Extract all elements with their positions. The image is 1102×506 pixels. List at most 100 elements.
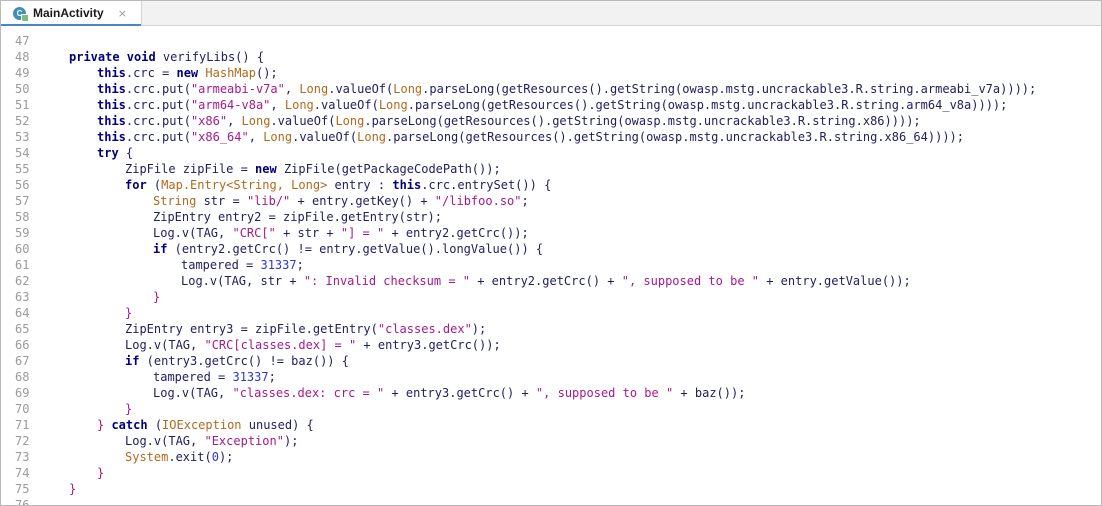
code-token: Log.v(TAG, str + <box>181 274 304 288</box>
code-token: + entry3.getCrc()); <box>356 338 501 352</box>
code-editor[interactable]: 47 48 private void verifyLibs() {49 this.cr… <box>1 33 1101 505</box>
code-line[interactable]: 55 ZipFile zipFile = new ZipFile(getPacka… <box>1 161 1101 177</box>
code-line[interactable]: 69 Log.v(TAG, "classes.dex: crc = " + ent… <box>1 385 1101 401</box>
code-text: } <box>125 401 132 417</box>
code-token: Log.v(TAG, <box>125 434 205 448</box>
code-line[interactable]: 71} catch (IOException unused) { <box>1 417 1101 433</box>
line-number: 49 <box>15 66 30 80</box>
code-token: Long <box>299 82 329 96</box>
code-token: , <box>284 82 300 96</box>
code-text: if (entry2.getCrc() != entry.getValue().… <box>153 241 543 257</box>
code-line[interactable]: 59 Log.v(TAG, "CRC[" + str + "] = " + ent… <box>1 225 1101 241</box>
code-token: } <box>97 466 105 480</box>
code-line[interactable]: 66 Log.v(TAG, "CRC[classes.dex] = " + ent… <box>1 337 1101 353</box>
code-text: for (Map.Entry<String, Long> entry : thi… <box>125 177 551 193</box>
code-token: .crc.entrySet()) { <box>421 178 552 192</box>
code-line[interactable]: 68 tampered = 31337; <box>1 369 1101 385</box>
code-token: (); <box>255 66 278 80</box>
code-token: str = <box>196 194 247 208</box>
line-number: 47 <box>15 34 30 48</box>
line-number: 62 <box>15 274 30 288</box>
line-number: 51 <box>15 98 30 112</box>
code-token: , <box>227 114 242 128</box>
line-number: 72 <box>15 434 30 448</box>
code-token: ( <box>146 178 162 192</box>
code-text: this.crc.put("x86_64", Long.valueOf(Long… <box>97 129 964 145</box>
code-line[interactable]: 72 Log.v(TAG, "Exception"); <box>1 433 1101 449</box>
code-token: + baz()); <box>673 386 746 400</box>
code-token: .crc.put( <box>125 130 191 144</box>
code-token: if <box>125 354 140 368</box>
code-token: ZipEntry entry2 = zipFile.getEntry(str); <box>153 210 442 224</box>
code-line[interactable]: 70} <box>1 401 1101 417</box>
line-number: 64 <box>15 306 30 320</box>
java-class-icon: C <box>13 6 29 22</box>
code-line[interactable]: 74} <box>1 465 1101 481</box>
code-line[interactable]: 52 this.crc.put("x86", Long.valueOf(Long.… <box>1 113 1101 129</box>
code-token: verifyLibs() { <box>155 50 265 64</box>
code-line[interactable]: 54 try { <box>1 145 1101 161</box>
code-line[interactable]: 49 this.crc = new HashMap(); <box>1 65 1101 81</box>
code-token: "arm64-v8a" <box>190 98 271 112</box>
code-token: } <box>125 402 133 416</box>
code-line[interactable]: 64} <box>1 305 1101 321</box>
code-line[interactable]: 60 if (entry2.getCrc() != entry.getValue(… <box>1 241 1101 257</box>
code-line[interactable]: 56 for (Map.Entry<String, Long> entry : t… <box>1 177 1101 193</box>
line-number: 55 <box>15 162 30 176</box>
code-token: ": Invalid checksum = " <box>303 274 470 288</box>
code-token: ; <box>296 258 304 272</box>
code-text: ZipFile zipFile = new ZipFile(getPackage… <box>125 161 501 177</box>
code-line[interactable]: 73 System.exit(0); <box>1 449 1101 465</box>
code-token: 31337 <box>260 258 297 272</box>
line-number: 66 <box>15 338 30 352</box>
code-line[interactable]: 53 this.crc.put("x86_64", Long.valueOf(Lo… <box>1 129 1101 145</box>
code-line[interactable]: 61 tampered = 31337; <box>1 257 1101 273</box>
tab-title: MainActivity <box>33 6 104 20</box>
line-number: 59 <box>15 226 30 240</box>
code-text: Log.v(TAG, "CRC[classes.dex] = " + entry… <box>125 337 501 353</box>
code-line[interactable]: 51 this.crc.put("arm64-v8a", Long.valueOf… <box>1 97 1101 113</box>
code-line[interactable]: 57 String str = "lib/" + entry.getKey() +… <box>1 193 1101 209</box>
line-number: 74 <box>15 466 30 480</box>
code-token: this <box>97 130 126 144</box>
code-token: .crc = <box>125 66 177 80</box>
code-line[interactable]: 65 ZipEntry entry3 = zipFile.getEntry("cl… <box>1 321 1101 337</box>
code-line[interactable]: 76 <box>1 497 1101 505</box>
close-icon[interactable]: × <box>118 7 127 20</box>
tab-mainactivity[interactable]: C MainActivity × <box>1 1 142 26</box>
code-text: this.crc.put("x86", Long.valueOf(Long.pa… <box>97 113 921 129</box>
code-line[interactable]: 75} <box>1 481 1101 497</box>
code-line[interactable]: 67 if (entry3.getCrc() != baz()) { <box>1 353 1101 369</box>
editor-tab-bar: C MainActivity × <box>1 1 1101 26</box>
code-token: this <box>97 66 126 80</box>
code-token: ( <box>147 418 163 432</box>
code-line[interactable]: 62 Log.v(TAG, str + ": Invalid checksum =… <box>1 273 1101 289</box>
code-token: "x86" <box>190 114 228 128</box>
code-token: Long <box>263 130 293 144</box>
line-number: 69 <box>15 386 30 400</box>
code-text: try { <box>97 145 133 161</box>
code-token: .crc.put( <box>125 98 191 112</box>
code-line[interactable]: 58 ZipEntry entry2 = zipFile.getEntry(str… <box>1 209 1101 225</box>
editor-window: C MainActivity × 47 48 private void verify… <box>0 0 1102 506</box>
code-token: ZipEntry entry3 = zipFile.getEntry( <box>125 322 378 336</box>
code-token: + entry.getKey() + <box>290 194 435 208</box>
code-text: tampered = 31337; <box>181 257 304 273</box>
code-token: (entry2.getCrc() != entry.getValue().lon… <box>167 242 544 256</box>
code-token: unused) { <box>241 418 314 432</box>
code-text: System.exit(0); <box>125 449 233 465</box>
code-line[interactable]: 50 this.crc.put("armeabi-v7a", Long.value… <box>1 81 1101 97</box>
code-token: Long <box>335 114 365 128</box>
code-token: ", supposed to be " <box>535 386 674 400</box>
code-token: "classes.dex: crc = " <box>232 386 385 400</box>
code-line[interactable]: 48 private void verifyLibs() { <box>1 49 1101 65</box>
code-token: this <box>97 114 126 128</box>
code-token: .valueOf( <box>313 98 379 112</box>
code-text: this.crc.put("arm64-v8a", Long.valueOf(L… <box>97 97 1007 113</box>
code-text: } catch (IOException unused) { <box>97 417 314 433</box>
code-token: new <box>176 66 199 80</box>
code-token: .crc.put( <box>125 82 191 96</box>
code-line[interactable]: 47 <box>1 33 1101 49</box>
code-line[interactable]: 63} <box>1 289 1101 305</box>
code-token: tampered = <box>153 370 233 384</box>
